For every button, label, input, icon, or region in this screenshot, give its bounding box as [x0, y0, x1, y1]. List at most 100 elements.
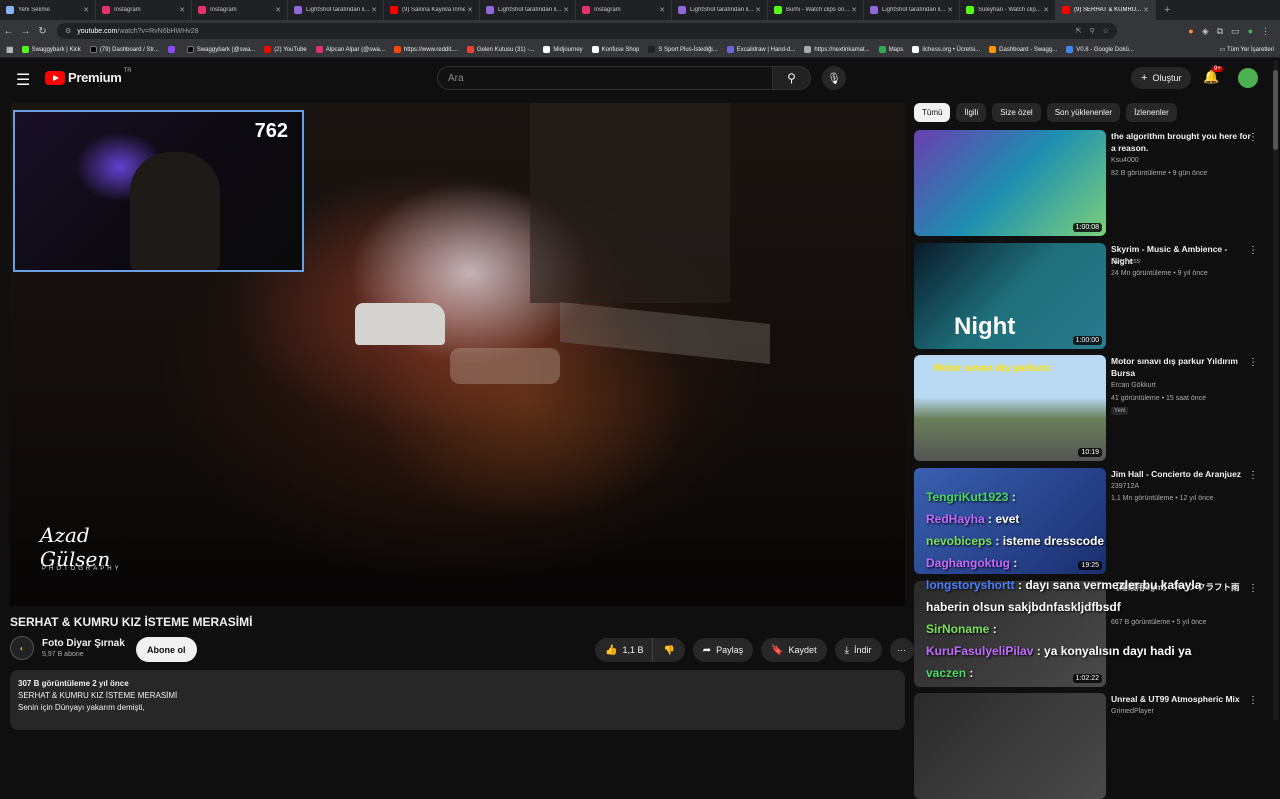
recommendation-title[interactable]: the algorithm brought you here for a rea…	[1111, 130, 1251, 154]
profile-icon[interactable]: ●	[1248, 26, 1253, 36]
browser-tab[interactable]: Yeni Sekme ✕	[0, 0, 96, 20]
search-button[interactable]: ⚲	[773, 66, 811, 90]
close-icon[interactable]: ✕	[1043, 6, 1049, 14]
recommended-video[interactable]: Unreal & UT99 Atmospheric Mix GrimedPlay…	[914, 693, 1264, 799]
browser-tab[interactable]: LightShot tarafından il... ✕	[288, 0, 384, 20]
extensions-puzzle-icon[interactable]: ⧉	[1217, 26, 1223, 37]
recommendation-title[interactable]: Motor sınavı dış parkur Yıldırım Bursa	[1111, 355, 1251, 379]
bookmark-item[interactable]: Alpcan Alpar (@swa...	[315, 46, 385, 53]
bookmark-item[interactable]	[167, 46, 178, 53]
recommendation-channel[interactable]: Ercan Gökkurt	[1111, 382, 1156, 389]
bookmark-item[interactable]: V0.8 - Google Dokü...	[1066, 46, 1134, 53]
close-icon[interactable]: ✕	[563, 6, 569, 14]
forward-icon[interactable]: →	[17, 26, 34, 37]
browser-tab[interactable]: Instagram ✕	[192, 0, 288, 20]
close-icon[interactable]: ✕	[659, 6, 665, 14]
new-tab-icon[interactable]: +	[1156, 4, 1178, 16]
notifications-button[interactable]: 🔔 9+	[1203, 66, 1223, 85]
chip-all[interactable]: Tümü	[914, 103, 951, 122]
video-player[interactable]: 762 Azad Gülsen PHOTOGRAPHY	[10, 103, 905, 606]
bookmark-item[interactable]: Midjourney	[543, 46, 583, 53]
more-vertical-icon[interactable]: ⋮	[1248, 357, 1258, 368]
close-icon[interactable]: ✕	[467, 6, 473, 14]
more-vertical-icon[interactable]: ⋮	[1248, 470, 1258, 481]
all-bookmarks-folder[interactable]: ▭ Tüm Yer İşaretleri	[1220, 46, 1274, 53]
hamburger-menu-icon[interactable]: ☰	[16, 70, 30, 90]
browser-tab[interactable]: LightShot tarafından il... ✕	[864, 0, 960, 20]
recommendation-title[interactable]: Jim Hall - Concierto de Aranjuez	[1111, 468, 1251, 480]
recommendation-title[interactable]: Unreal & UT99 Atmospheric Mix	[1111, 693, 1251, 705]
voice-search-button[interactable]: 🎙	[822, 66, 846, 90]
dislike-button[interactable]: 👎	[652, 638, 685, 662]
close-icon[interactable]: ✕	[179, 6, 185, 14]
browser-tab[interactable]: Suleyhan - Watch clip... ✕	[960, 0, 1056, 20]
search-input[interactable]: Ara	[437, 66, 773, 90]
bookmark-item[interactable]: lichess.org • Ücretsi...	[912, 46, 980, 53]
bookmark-item[interactable]: Swaggybark (@swa...	[186, 46, 255, 53]
page-scrollbar[interactable]	[1273, 60, 1278, 720]
browser-tab[interactable]: (9) Salona Kayıkla İnme... ✕	[384, 0, 480, 20]
scrollbar-thumb[interactable]	[1273, 70, 1278, 150]
bookmark-item[interactable]: (2) YouTube	[264, 46, 307, 53]
close-icon[interactable]: ✕	[947, 6, 953, 14]
channel-info[interactable]: ◐ Foto Diyar Şırnak 5,97 B abone	[10, 636, 125, 660]
zoom-icon[interactable]: ⚲	[1090, 27, 1095, 35]
bookmark-item[interactable]: https://www.reddit....	[393, 46, 458, 53]
reload-icon[interactable]: ↻	[34, 26, 51, 37]
share-button[interactable]: ➦ Paylaş	[692, 638, 754, 662]
site-info-icon[interactable]: ⚙	[65, 27, 71, 35]
browser-tab[interactable]: Instagram ✕	[96, 0, 192, 20]
avatar[interactable]	[1238, 68, 1258, 88]
bookmark-item[interactable]: Gelen Kutusu (31) -...	[466, 46, 534, 53]
chip-related[interactable]: İlgili	[956, 103, 987, 122]
browser-tab[interactable]: Burhi - Watch clips on... ✕	[768, 0, 864, 20]
video-thumbnail[interactable]	[914, 693, 1106, 799]
chip-watched[interactable]: İzlenenler	[1126, 103, 1177, 122]
video-thumbnail[interactable]: Night 1:00:00	[914, 243, 1106, 349]
close-icon[interactable]: ✕	[755, 6, 761, 14]
bookmark-star-icon[interactable]: ☆	[1103, 27, 1109, 35]
more-icon[interactable]: ⋮	[1261, 26, 1270, 37]
sidebar-icon[interactable]: ▭	[1231, 26, 1240, 37]
bookmark-item[interactable]: Swaggybark | Kick	[21, 46, 81, 53]
chip-for-you[interactable]: Size özel	[992, 103, 1041, 122]
browser-tab-active[interactable]: (9) SERHAT & KUMRU... ✕	[1056, 0, 1156, 20]
bookmark-item[interactable]: S Sport Plus-İstediği...	[648, 46, 718, 53]
recommended-video[interactable]: Motor sınavı dış parkuru 10:19 Motor sına…	[914, 355, 1264, 461]
bookmark-item[interactable]: https://nextinkamat...	[804, 46, 870, 53]
extension-icon[interactable]: ●	[1188, 26, 1193, 36]
channel-avatar[interactable]: ◐	[10, 636, 34, 660]
bookmark-item[interactable]: (79) Dashboard / Str...	[89, 46, 159, 53]
save-button[interactable]: 🔖 Kaydet	[761, 638, 827, 662]
close-icon[interactable]: ✕	[83, 6, 89, 14]
recommended-video[interactable]: 1:00:08 the algorithm brought you here f…	[914, 130, 1264, 236]
browser-tab[interactable]: LightShot tarafından il... ✕	[480, 0, 576, 20]
bookmark-item[interactable]: Dashboard - Swagg...	[989, 46, 1057, 53]
url-field[interactable]: ⚙ youtube.com/watch?v=RvN6bHWHv28 ⇱ ⚲ ☆	[57, 23, 1117, 39]
more-actions-button[interactable]: ⋯	[889, 638, 914, 662]
youtube-logo[interactable]: Premium TR	[45, 68, 132, 85]
more-vertical-icon[interactable]: ⋮	[1248, 132, 1258, 143]
video-thumbnail[interactable]: Motor sınavı dış parkuru 10:19	[914, 355, 1106, 461]
recommendation-channel[interactable]: GrimedPlayer	[1111, 708, 1154, 715]
more-vertical-icon[interactable]: ⋮	[1248, 695, 1258, 706]
video-thumbnail[interactable]: 1:00:08	[914, 130, 1106, 236]
recommended-video[interactable]: Night 1:00:00 Skyrim - Music & Ambience -…	[914, 243, 1264, 349]
back-icon[interactable]: ←	[0, 26, 17, 37]
recommendation-channel[interactable]: Everness	[1111, 258, 1140, 265]
close-icon[interactable]: ✕	[371, 6, 377, 14]
subscribe-button[interactable]: Abone ol	[136, 637, 197, 662]
bookmark-item[interactable]: Excalidraw | Hand-d...	[726, 46, 795, 53]
cast-icon[interactable]: ⇱	[1076, 27, 1082, 35]
create-button[interactable]: + Oluştur	[1131, 67, 1192, 89]
more-vertical-icon[interactable]: ⋮	[1248, 245, 1258, 256]
close-icon[interactable]: ✕	[851, 6, 857, 14]
recommendation-channel[interactable]: Ksu4000	[1111, 157, 1139, 164]
description-box[interactable]: 307 B görüntüleme 2 yıl önce SERHAT & KU…	[10, 670, 905, 730]
bookmark-item[interactable]: Maps	[878, 46, 903, 53]
chip-recent[interactable]: Son yüklenenler	[1046, 103, 1121, 122]
bookmark-item[interactable]: Konfuse Shop	[591, 46, 639, 53]
like-button[interactable]: 👍 1,1 B	[595, 638, 653, 662]
download-button[interactable]: ⤓ İndir	[834, 638, 882, 662]
browser-tab[interactable]: Instagram ✕	[576, 0, 672, 20]
